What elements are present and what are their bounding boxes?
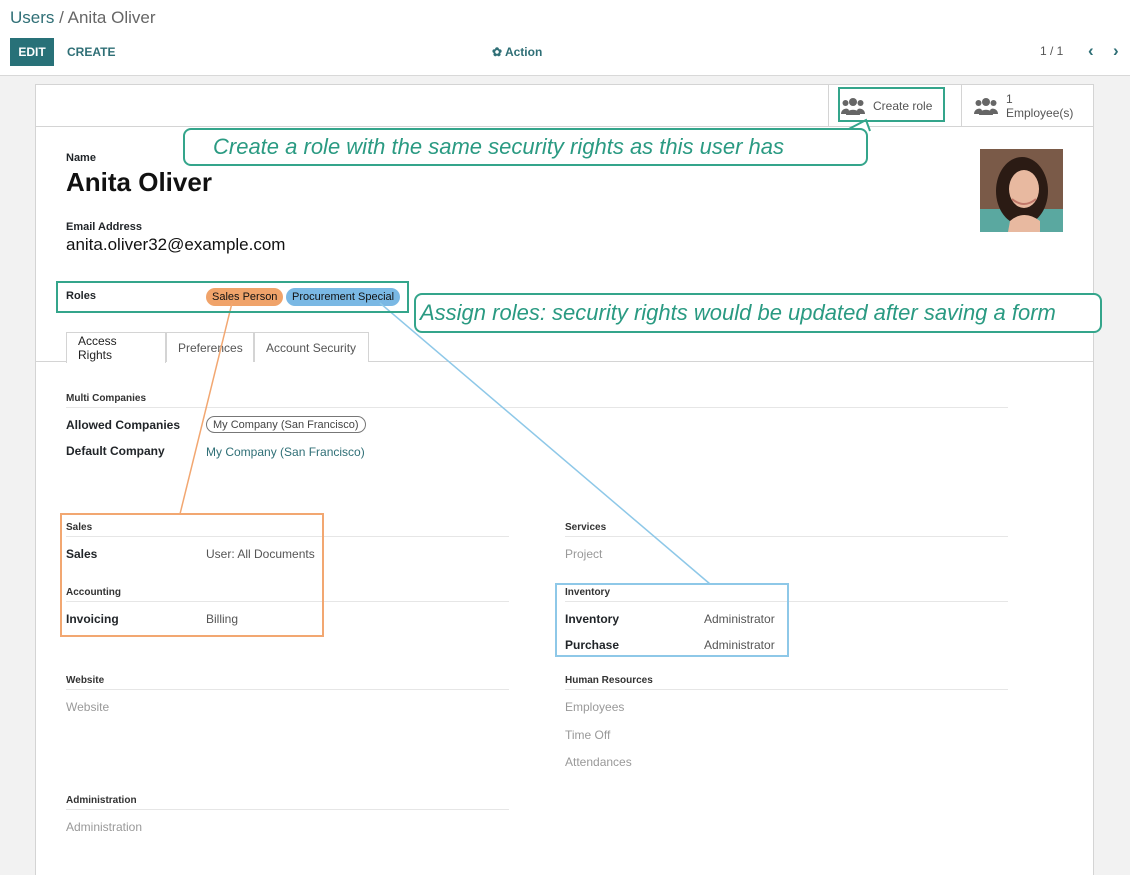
create-role-callout: Create a role with the same security rig… — [183, 128, 868, 166]
create-role-highlight — [838, 87, 945, 122]
sales-highlight — [60, 513, 324, 637]
roles-callout: Assign roles: security rights would be u… — [414, 293, 1102, 333]
inventory-highlight — [555, 583, 789, 657]
roles-highlight — [56, 281, 409, 313]
